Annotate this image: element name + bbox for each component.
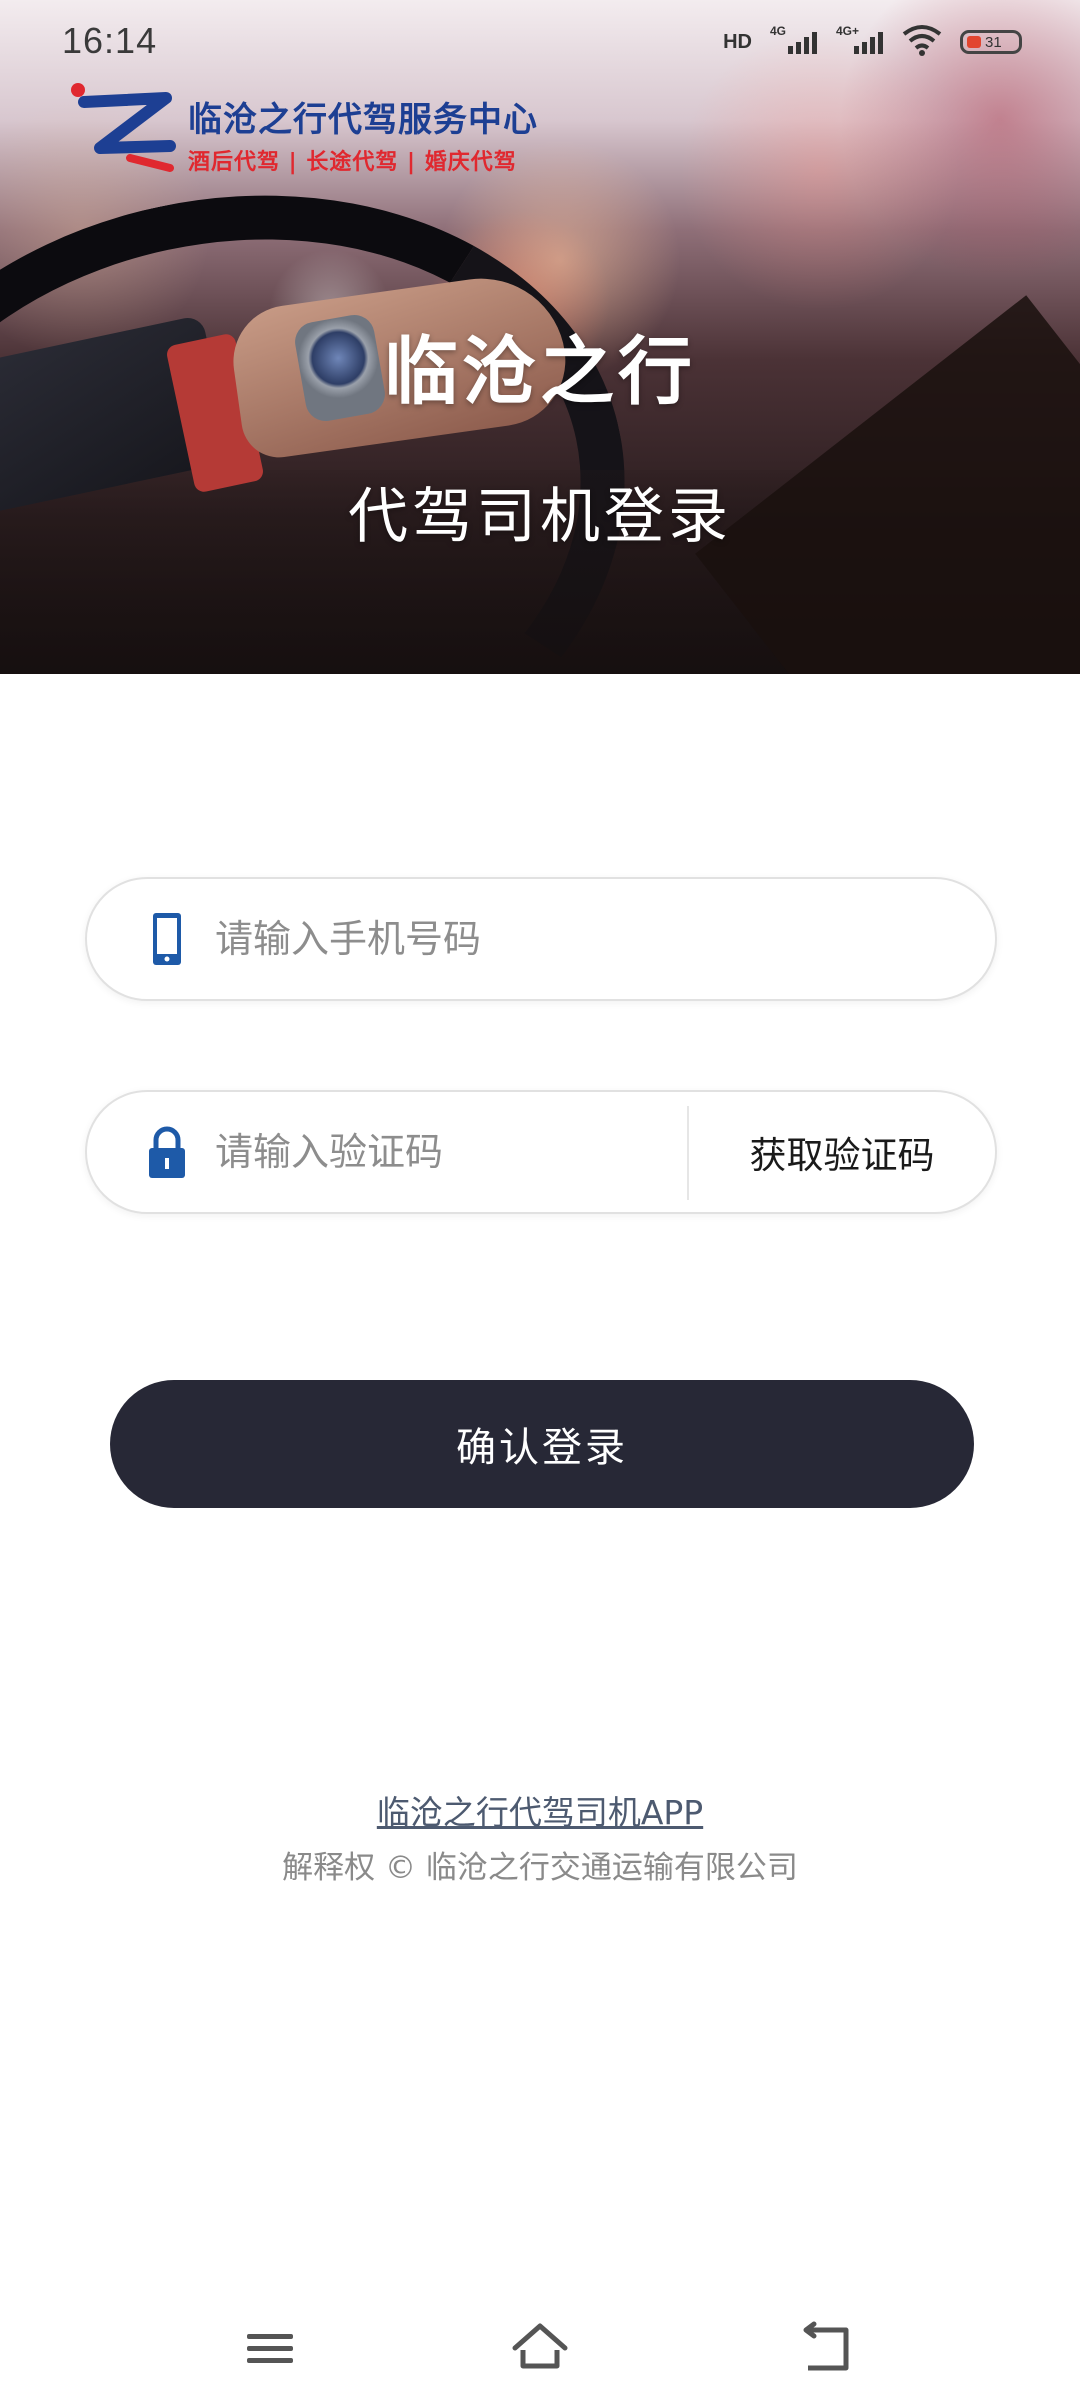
system-nav-bar	[0, 2300, 1080, 2400]
battery-icon: 31	[960, 30, 1022, 54]
home-icon[interactable]	[505, 2314, 575, 2384]
brand-name: 临沧之行代驾服务中心	[188, 100, 538, 140]
hero-title: 临沧之行	[384, 329, 696, 415]
menu-icon[interactable]	[235, 2314, 305, 2384]
phone-input[interactable]	[215, 879, 735, 999]
status-time: 16:14	[62, 20, 158, 61]
confirm-login-button[interactable]: 确认登录	[110, 1380, 974, 1508]
phone-field[interactable]	[85, 877, 997, 1001]
back-icon[interactable]	[790, 2314, 860, 2384]
status-icons: HD 4G 4G+ 31	[723, 22, 1022, 62]
verification-code-input[interactable]	[215, 1092, 735, 1212]
hero-subtitle: 代驾司机登录	[348, 482, 732, 552]
lock-icon	[149, 1126, 185, 1178]
brand-slogan: 酒后代驾 | 长途代驾 | 婚庆代驾	[188, 150, 517, 175]
logo-mark-icon	[71, 83, 176, 172]
app-link[interactable]: 临沧之行代驾司机APP	[0, 1786, 1080, 1834]
phone-icon	[153, 913, 181, 965]
verification-code-field[interactable]: 获取验证码	[85, 1090, 997, 1214]
hd-indicator: HD	[723, 30, 752, 53]
signal-icon: 4G	[770, 24, 818, 60]
svg-text:4G+: 4G+	[836, 24, 859, 38]
get-code-button[interactable]: 获取验证码	[689, 1092, 995, 1212]
wifi-icon	[902, 24, 942, 60]
svg-text:4G: 4G	[770, 24, 786, 38]
signal-icon-2: 4G+	[836, 24, 884, 60]
copyright-text: 解释权 © 临沧之行交通运输有限公司	[282, 1850, 798, 1886]
